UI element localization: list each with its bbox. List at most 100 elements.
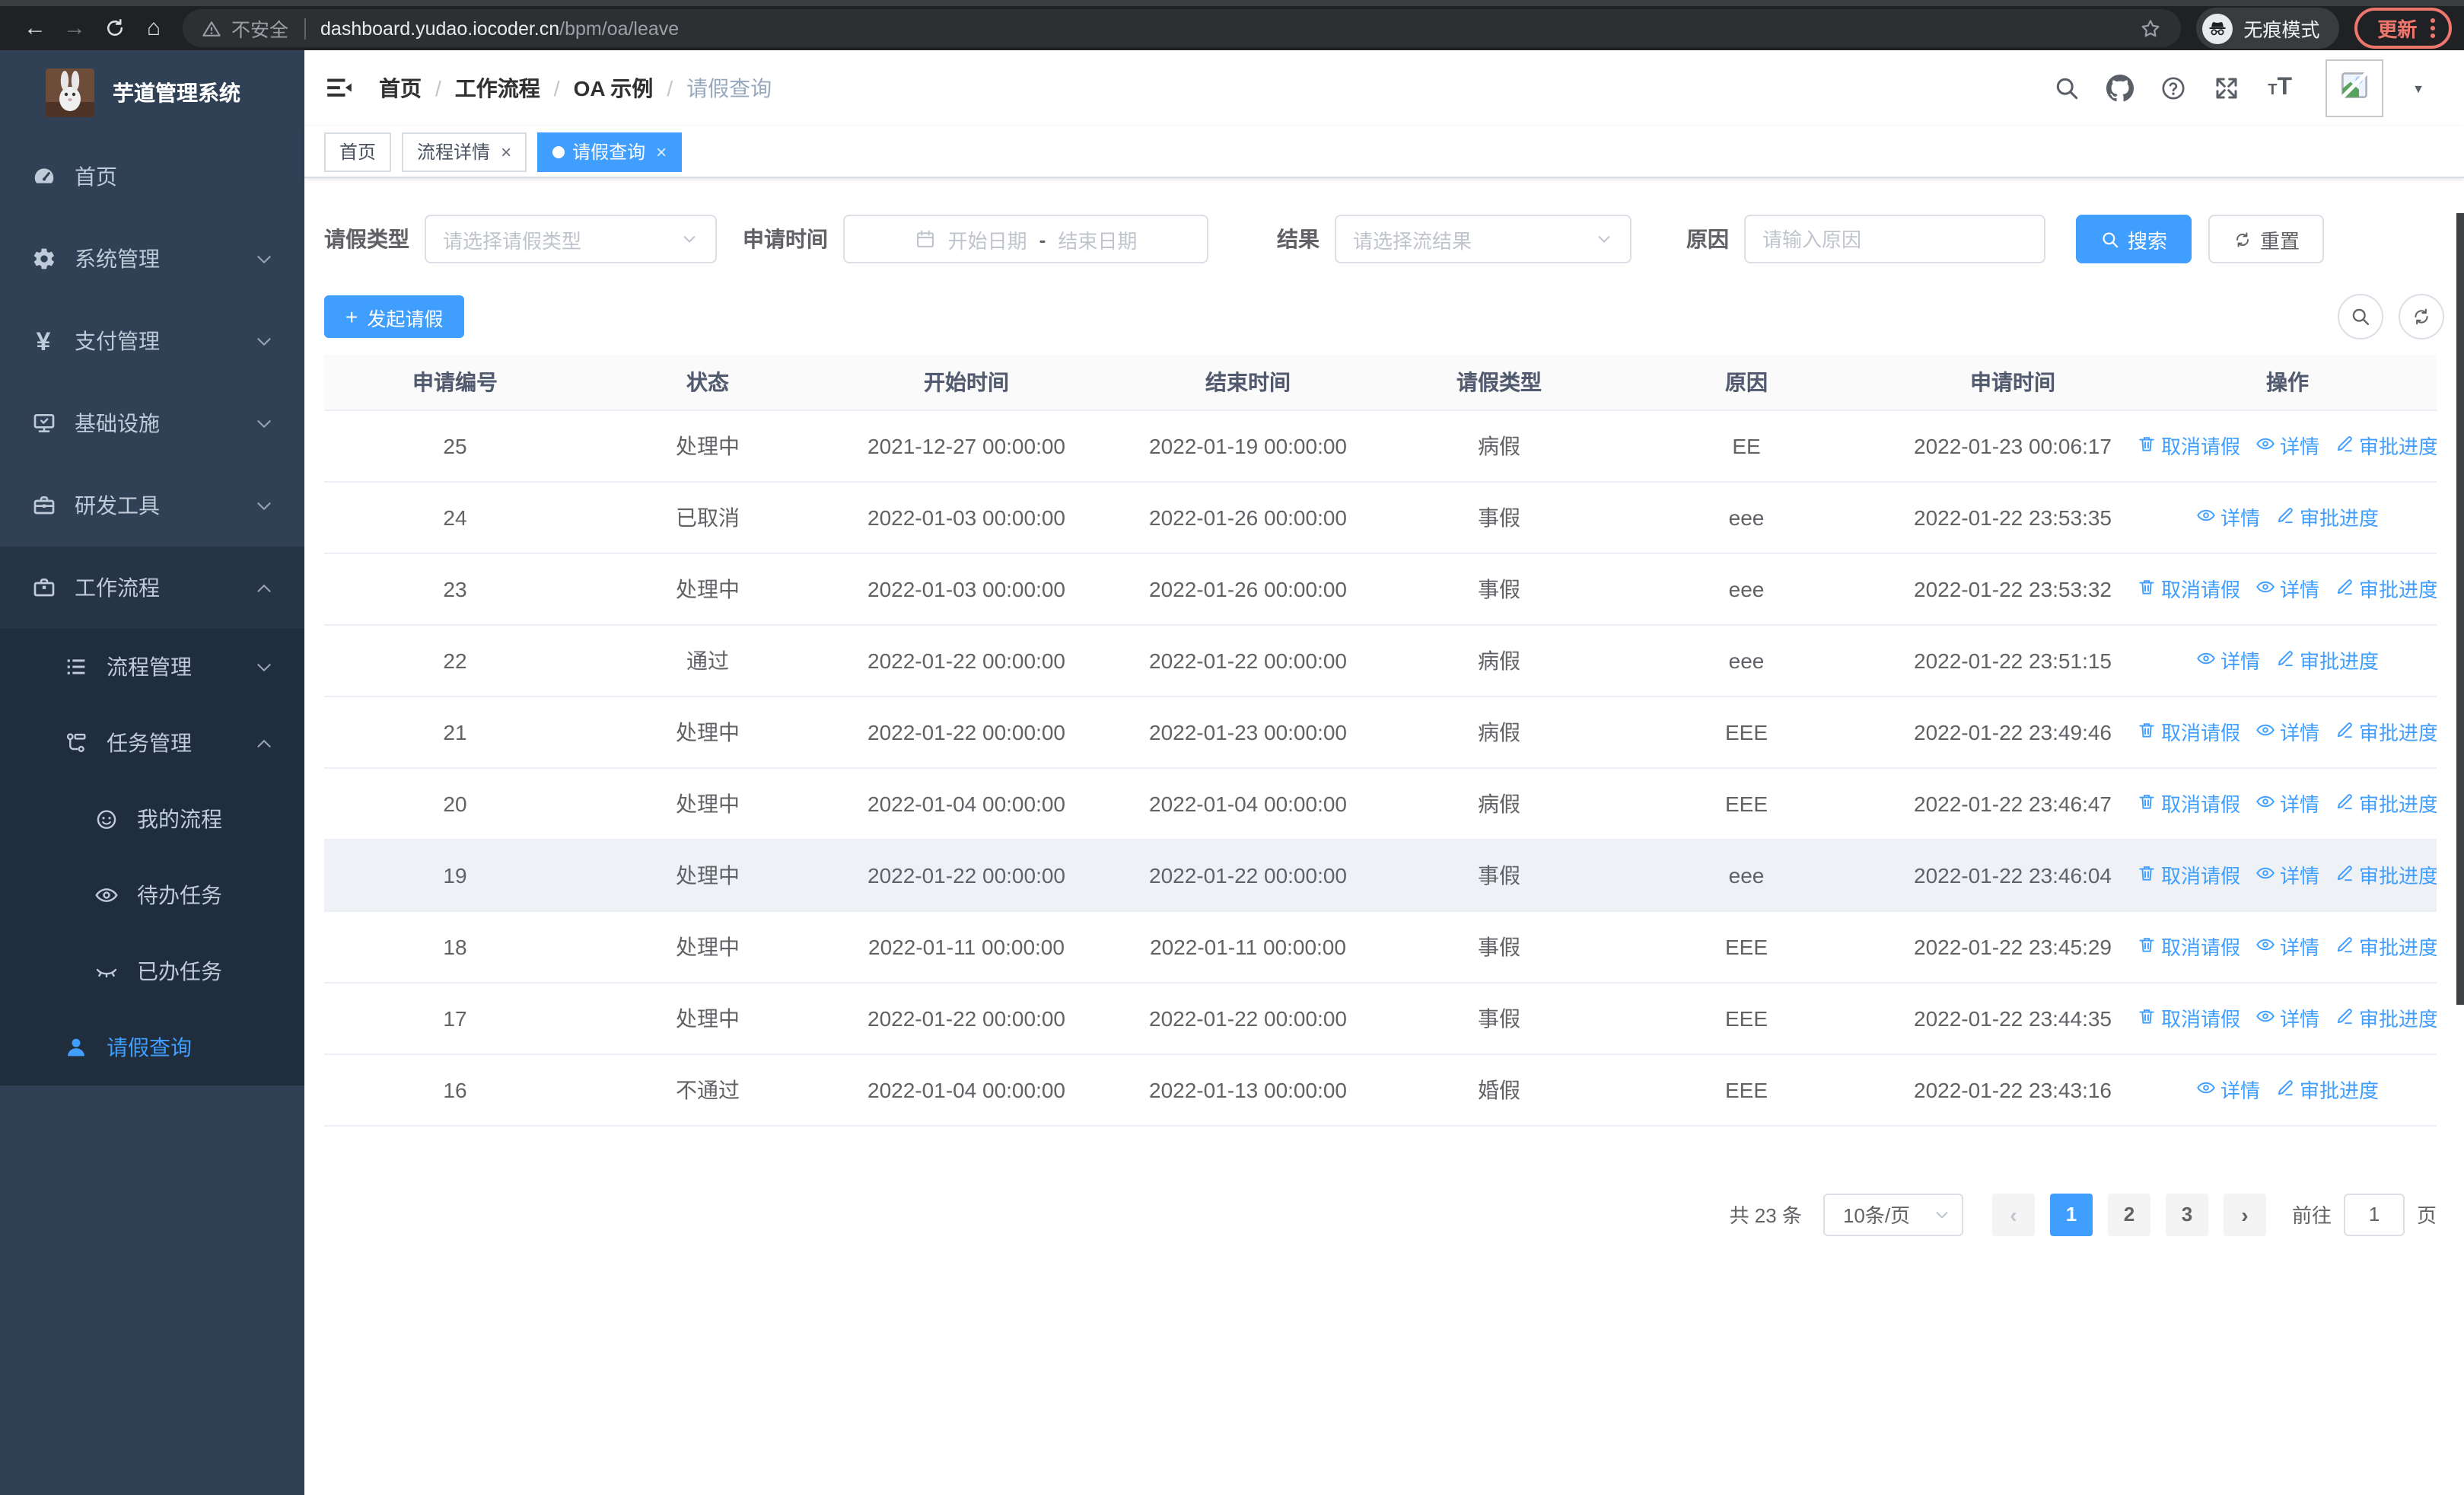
sidebar-item-10[interactable]: 已办任务 — [0, 933, 304, 1009]
progress-action-link[interactable]: 审批进度 — [2335, 1003, 2437, 1032]
sidebar-logo[interactable]: 芋道管理系统 — [0, 50, 304, 135]
eye-icon — [2255, 934, 2275, 958]
fullscreen-icon[interactable] — [2213, 75, 2240, 102]
create-leave-button[interactable]: + 发起请假 — [324, 295, 465, 338]
detail-action-link[interactable]: 详情 — [2196, 645, 2260, 674]
next-page-button[interactable]: › — [2223, 1193, 2266, 1235]
page-button-1[interactable]: 1 — [2049, 1193, 2093, 1235]
help-icon[interactable] — [2160, 75, 2187, 102]
update-button[interactable]: 更新 — [2354, 8, 2452, 49]
cell-type: 事假 — [1393, 982, 1606, 1054]
menu-dots-icon[interactable] — [2431, 18, 2435, 39]
tab-2[interactable]: 请假查询 × — [537, 132, 683, 171]
chevron-down-icon — [1936, 1211, 1948, 1218]
sidebar-item-4[interactable]: 研发工具 — [0, 464, 304, 547]
font-size-icon[interactable]: TT — [2266, 75, 2294, 102]
robot-icon — [93, 806, 119, 832]
page-button-3[interactable]: 3 — [2165, 1193, 2208, 1235]
avatar[interactable] — [2326, 59, 2384, 117]
progress-action-label: 审批进度 — [2359, 1008, 2437, 1031]
forward-icon[interactable]: → — [55, 8, 94, 48]
page-size-select[interactable]: 10条/页 — [1823, 1193, 1963, 1235]
edit-icon — [2275, 648, 2295, 672]
page-button-2[interactable]: 2 — [2107, 1193, 2150, 1235]
sidebar-item-9[interactable]: 待办任务 — [0, 857, 304, 933]
progress-action-link[interactable]: 审批进度 — [2335, 932, 2437, 961]
cancel-action-link[interactable]: 取消请假 — [2138, 717, 2240, 746]
navbar-actions: T T ▼ — [2053, 59, 2424, 117]
progress-action-link[interactable]: 审批进度 — [2335, 574, 2437, 603]
cell-actions: 取消请假 详情 审批进度 — [2138, 553, 2437, 625]
leave-type-select[interactable]: 请选择请假类型 — [425, 215, 717, 263]
cancel-action-link[interactable]: 取消请假 — [2138, 431, 2240, 460]
sidebar-item-2[interactable]: ¥ 支付管理 — [0, 300, 304, 382]
sidebar-item-0[interactable]: 首页 — [0, 135, 304, 218]
progress-action-link[interactable]: 审批进度 — [2335, 431, 2437, 460]
progress-action-link[interactable]: 审批进度 — [2275, 645, 2379, 674]
sidebar-item-6[interactable]: 流程管理 — [0, 629, 304, 705]
scrollbar-thumb[interactable] — [2456, 213, 2464, 1005]
progress-action-link[interactable]: 审批进度 — [2335, 789, 2437, 818]
result-select[interactable]: 请选择流结果 — [1335, 215, 1632, 263]
sidebar-item-3[interactable]: 基础设施 — [0, 382, 304, 464]
edit-icon — [2335, 934, 2354, 958]
goto-page-input[interactable] — [2343, 1193, 2405, 1235]
cancel-action-link[interactable]: 取消请假 — [2138, 789, 2240, 818]
close-icon[interactable]: × — [501, 142, 511, 161]
url-bar[interactable]: 不安全 dashboard.yudao.iocoder.cn/bpm/oa/le… — [183, 9, 2182, 47]
bookmark-star-icon[interactable] — [2138, 16, 2163, 40]
cell-id: 20 — [324, 767, 586, 840]
home-icon[interactable]: ⌂ — [134, 8, 173, 48]
detail-action-link[interactable]: 详情 — [2255, 1003, 2319, 1032]
breadcrumb-item[interactable]: 首页 — [379, 73, 422, 104]
incognito-badge: 无痕模式 — [2196, 8, 2340, 49]
reload-icon[interactable] — [94, 8, 134, 48]
breadcrumb-item[interactable]: 工作流程 — [455, 73, 540, 104]
filter-form: 请假类型 请选择请假类型 申请时间 开始日期 - 结束日期 结果 请选择流结果 … — [324, 215, 2444, 263]
collapse-sidebar-icon[interactable] — [324, 73, 355, 104]
progress-action-link[interactable]: 审批进度 — [2335, 717, 2437, 746]
sidebar-item-7[interactable]: 任务管理 — [0, 705, 304, 781]
row-actions: 详情 审批进度 — [2138, 645, 2437, 674]
cell-reason: EEE — [1606, 1054, 1887, 1126]
tab-0[interactable]: 首页 — [324, 132, 392, 171]
sidebar-item-8[interactable]: 我的流程 — [0, 781, 304, 857]
leave-table: 申请编号 状态 开始时间 结束时间 请假类型 原因 申请时间 操作 25 处理中 2021-12-… — [324, 355, 2437, 1126]
detail-action-link[interactable]: 详情 — [2255, 717, 2319, 746]
cancel-action-link[interactable]: 取消请假 — [2138, 860, 2240, 889]
table-row: 19 处理中 2022-01-22 00:00:00 2022-01-22 00:00… — [324, 839, 2437, 911]
close-icon[interactable]: × — [656, 142, 667, 161]
progress-action-link[interactable]: 审批进度 — [2335, 860, 2437, 889]
cancel-action-link[interactable]: 取消请假 — [2138, 932, 2240, 961]
detail-action-link[interactable]: 详情 — [2196, 1075, 2260, 1104]
sidebar-item-11[interactable]: 请假查询 — [0, 1009, 304, 1085]
table-row: 16 不通过 2022-01-04 00:00:00 2022-01-13 00:00… — [324, 1054, 2437, 1126]
detail-action-link[interactable]: 详情 — [2255, 860, 2319, 889]
tab-1[interactable]: 流程详情 × — [402, 132, 527, 171]
detail-action-link[interactable]: 详情 — [2255, 431, 2319, 460]
detail-action-link[interactable]: 详情 — [2255, 574, 2319, 603]
breadcrumb-item[interactable]: OA 示例 — [574, 73, 654, 104]
url-path: /bpm/oa/leave — [559, 18, 680, 39]
cancel-action-link[interactable]: 取消请假 — [2138, 1003, 2240, 1032]
refresh-table-button[interactable] — [2399, 294, 2444, 339]
sidebar-item-1[interactable]: 系统管理 — [0, 218, 304, 300]
show-search-button[interactable] — [2338, 294, 2383, 339]
back-icon[interactable]: ← — [15, 8, 55, 48]
chevron-down-icon — [254, 413, 274, 433]
reset-button[interactable]: 重置 — [2208, 215, 2325, 263]
github-icon[interactable] — [2106, 75, 2135, 102]
avatar-dropdown-caret[interactable]: ▼ — [2412, 81, 2424, 95]
search-icon[interactable] — [2053, 75, 2080, 102]
progress-action-link[interactable]: 审批进度 — [2275, 502, 2379, 531]
detail-action-link[interactable]: 详情 — [2196, 502, 2260, 531]
detail-action-link[interactable]: 详情 — [2255, 932, 2319, 961]
prev-page-button[interactable]: ‹ — [1991, 1193, 2035, 1235]
cancel-action-link[interactable]: 取消请假 — [2138, 574, 2240, 603]
date-range-picker[interactable]: 开始日期 - 结束日期 — [843, 215, 1208, 263]
sidebar-item-5[interactable]: 工作流程 — [0, 547, 304, 629]
reason-input[interactable] — [1744, 215, 2045, 263]
search-button[interactable]: 搜索 — [2076, 215, 2192, 263]
detail-action-link[interactable]: 详情 — [2255, 789, 2319, 818]
progress-action-link[interactable]: 审批进度 — [2275, 1075, 2379, 1104]
